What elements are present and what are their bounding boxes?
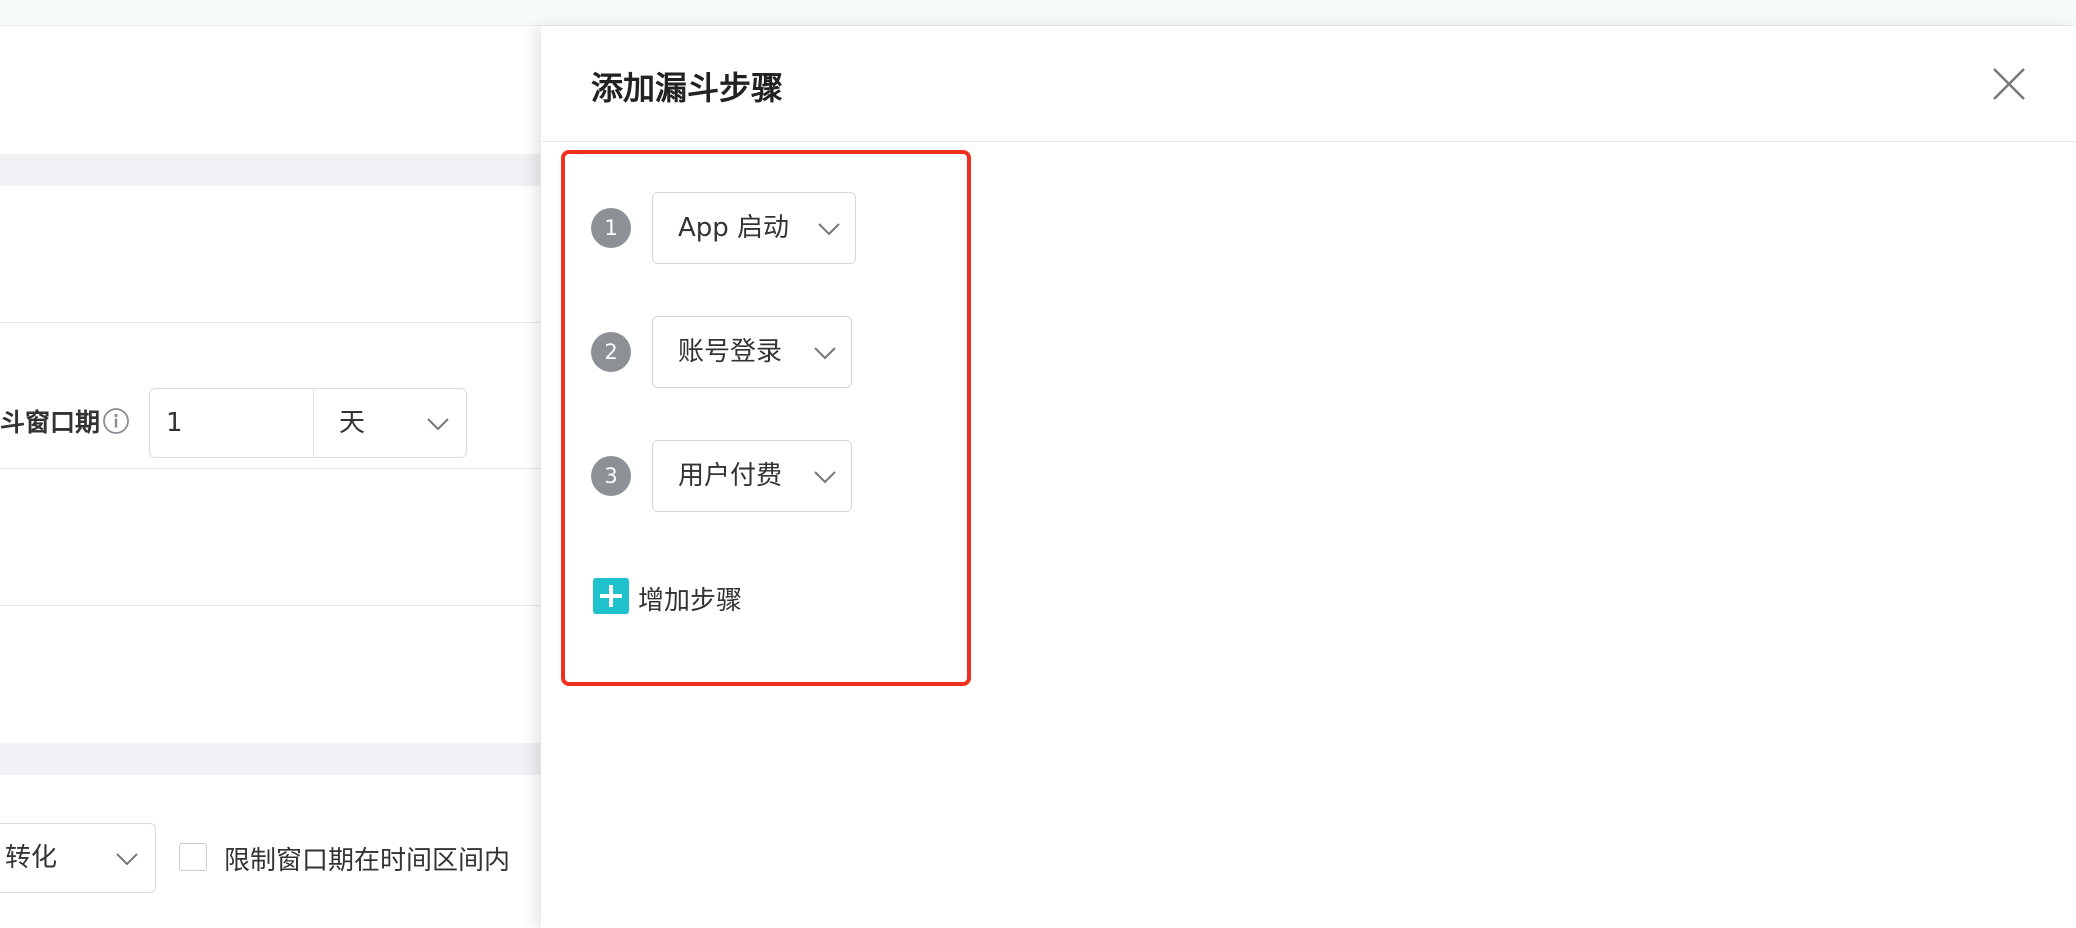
chevron-down-icon xyxy=(814,347,836,360)
limit-window-checkbox[interactable] xyxy=(179,843,207,871)
step-event-label: 账号登录 xyxy=(678,337,783,367)
window-period-label: 斗窗口期 xyxy=(0,408,101,437)
chevron-down-icon xyxy=(818,223,840,236)
chevron-down-icon xyxy=(814,471,836,484)
chevron-down-icon xyxy=(427,418,449,431)
divider-line xyxy=(0,322,541,323)
add-funnel-steps-drawer: 添加漏斗步骤 1 App 启动 2 账号登录 3 用户付费 增加步骤 xyxy=(541,26,2076,928)
step-event-label: App 启动 xyxy=(678,213,790,243)
window-unit-select[interactable]: 天 xyxy=(313,388,467,458)
info-icon[interactable] xyxy=(102,407,130,435)
window-unit-value: 天 xyxy=(339,408,366,438)
divider-line xyxy=(0,605,541,606)
close-icon[interactable] xyxy=(1989,64,2029,104)
step-number-badge: 2 xyxy=(591,332,631,372)
step-number-badge: 3 xyxy=(591,456,631,496)
conversion-select[interactable]: 转化 xyxy=(0,823,156,893)
plus-square-icon xyxy=(593,578,629,614)
divider-line xyxy=(0,468,541,469)
step-event-label: 用户付费 xyxy=(678,461,783,491)
step-event-select[interactable]: 用户付费 xyxy=(652,440,852,512)
limit-window-label: 限制窗口期在时间区间内 xyxy=(224,846,511,876)
drawer-header: 添加漏斗步骤 xyxy=(541,26,2076,142)
top-bar xyxy=(0,0,2076,26)
drawer-title: 添加漏斗步骤 xyxy=(591,69,784,107)
chevron-down-icon xyxy=(116,853,138,866)
background-page: 斗窗口期 1 天 转化 限制窗口期在时间区间内 xyxy=(0,26,541,928)
section-divider xyxy=(0,743,541,775)
step-event-select[interactable]: App 启动 xyxy=(652,192,856,264)
step-event-select[interactable]: 账号登录 xyxy=(652,316,852,388)
step-number-badge: 1 xyxy=(591,208,631,248)
conversion-select-value: 转化 xyxy=(5,843,58,873)
section-divider xyxy=(0,154,541,186)
window-period-input[interactable]: 1 xyxy=(149,388,313,458)
add-step-label: 增加步骤 xyxy=(638,586,743,616)
